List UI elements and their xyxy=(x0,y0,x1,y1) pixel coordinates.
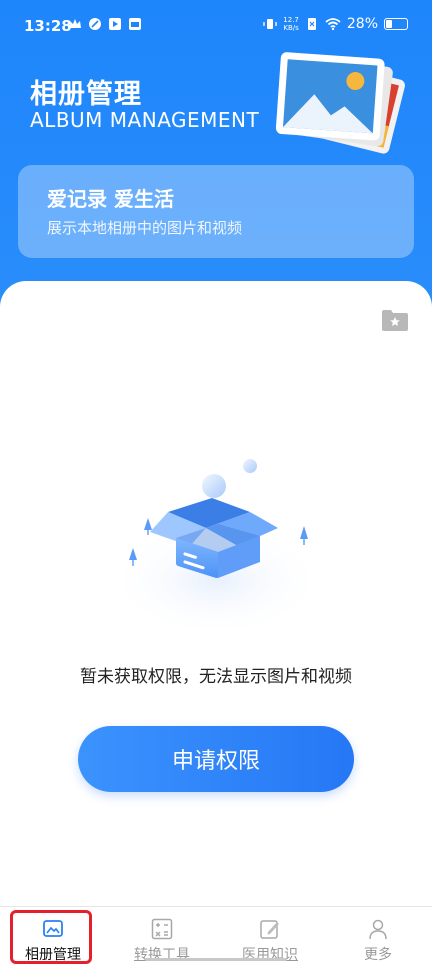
nav-item-more[interactable]: 更多 xyxy=(330,907,426,965)
active-nav-highlight xyxy=(10,910,92,964)
wifi-icon xyxy=(325,18,341,31)
slogan-title: 爱记录 爱生活 xyxy=(47,187,174,211)
request-permission-button[interactable]: 申请权限 xyxy=(78,726,354,792)
page-title: 相册管理 xyxy=(30,79,142,110)
edit-icon xyxy=(260,920,279,939)
net-speed: 12.7 KB/s xyxy=(283,16,299,32)
status-bar: 13:28 12.7 KB/s 28% xyxy=(0,0,432,50)
calculator-icon xyxy=(151,918,173,940)
permission-message: 暂未获取权限，无法显示图片和视频 xyxy=(80,667,352,687)
page-subtitle: ALBUM MANAGEMENT xyxy=(30,108,260,132)
status-time: 13:28 xyxy=(24,17,72,35)
nav-label-tools: 转换工具 xyxy=(134,947,190,963)
app-icon xyxy=(129,18,141,30)
net-speed-unit: KB/s xyxy=(283,24,299,32)
slogan-card: 爱记录 爱生活 展示本地相册中的图片和视频 xyxy=(18,165,414,258)
net-speed-value: 12.7 xyxy=(283,16,299,24)
favorite-folder-icon[interactable] xyxy=(381,308,409,332)
vibrate-icon xyxy=(263,19,277,29)
battery-icon xyxy=(384,18,408,30)
crown-icon xyxy=(69,19,81,28)
home-indicator xyxy=(145,958,287,961)
nav-item-medical[interactable]: 医用知识 xyxy=(222,907,318,965)
nav-label-medical: 医用知识 xyxy=(242,947,298,963)
battery-text: 28% xyxy=(346,16,378,32)
nav-label-more: 更多 xyxy=(364,947,392,963)
leaf-icon xyxy=(89,18,101,30)
play-icon xyxy=(109,18,121,30)
person-icon xyxy=(369,919,387,940)
sim-icon xyxy=(307,18,316,30)
nav-item-tools[interactable]: 转换工具 xyxy=(114,907,210,965)
notification-icons xyxy=(68,17,142,31)
photo-stack-icon xyxy=(275,52,405,154)
empty-box-icon xyxy=(106,459,326,638)
status-right: 12.7 KB/s 28% xyxy=(263,16,408,32)
slogan-description: 展示本地相册中的图片和视频 xyxy=(47,219,243,237)
